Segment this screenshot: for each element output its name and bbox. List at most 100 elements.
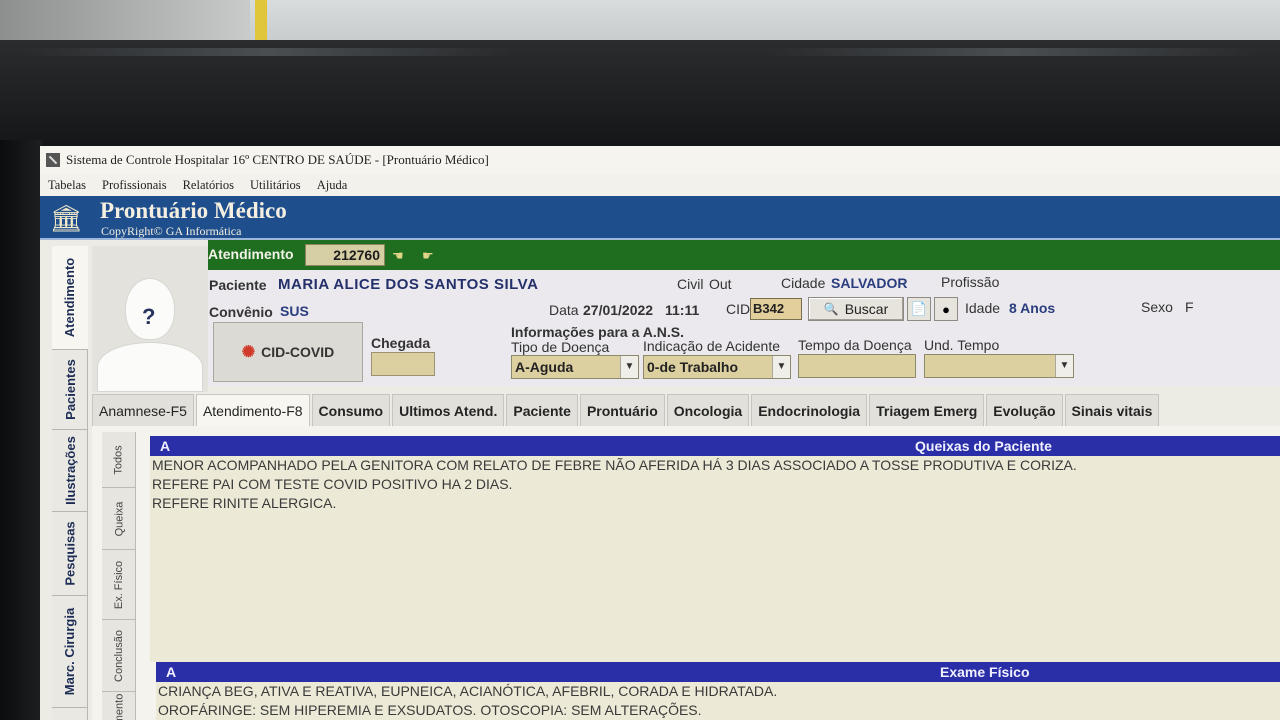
tipo-doenca-select[interactable]: A-Aguda ▼ (511, 355, 639, 379)
main-tab-strip: Anamnese-F5 Atendimento-F8 Consumo Ultim… (92, 394, 1280, 426)
tab-oncologia[interactable]: Oncologia (666, 394, 750, 426)
convenio-label: Convênio (209, 304, 273, 320)
queixas-header: A Queixas do Paciente (150, 436, 1280, 456)
tipo-doenca-value: A-Aguda (515, 359, 574, 375)
paciente-label: Paciente (209, 277, 267, 293)
tab-prontuario[interactable]: Prontuário (579, 394, 665, 426)
exame-fisico-textarea[interactable]: CRIANÇA BEG, ATIVA E REATIVA, EUPNEICA, … (156, 682, 1280, 720)
patient-photo-placeholder[interactable]: ? (92, 246, 208, 392)
data-label: Data (549, 302, 579, 318)
exame-line: CRIANÇA BEG, ATIVA E REATIVA, EUPNEICA, … (158, 683, 778, 699)
app-window: Sistema de Controle Hospitalar 16º CENTR… (40, 146, 1280, 720)
monitor-bezel-left (0, 140, 42, 720)
exame-fisico-header: A Exame Físico (156, 662, 1280, 682)
exame-line: OROFÁRINGE: SEM HIPEREMIA E EXSUDATOS. O… (158, 702, 702, 718)
atendimento-number[interactable]: 212760 (305, 244, 385, 266)
monitor-reflection (20, 48, 1260, 56)
subtab-conclusao[interactable]: Conclusão (102, 620, 136, 692)
queixas-line: MENOR ACOMPANHADO PELA GENITORA COM RELA… (152, 457, 1077, 473)
indicacao-acidente-select[interactable]: 0-de Trabalho ▼ (643, 355, 791, 379)
queixas-title: Queixas do Paciente (915, 438, 1052, 454)
profissao-label: Profissão (941, 274, 1000, 290)
side-tab-label: Atendimento (62, 257, 78, 338)
tab-sinais-vitais[interactable]: Sinais vitais (1064, 394, 1160, 426)
menu-bar: Tabelas Profissionais Relatórios Utilitá… (40, 174, 1280, 196)
cidade-label: Cidade (781, 275, 826, 291)
chevron-down-icon: ▼ (772, 356, 790, 378)
atendimento-bar: Atendimento 212760 ☚ ☛ (208, 240, 1280, 270)
cidade-value: SALVADOR (831, 275, 908, 291)
silhouette-body (97, 342, 203, 392)
chevron-down-icon: ▼ (1055, 355, 1073, 377)
menu-ajuda[interactable]: Ajuda (317, 178, 348, 193)
subtab-label: Conclusão (113, 629, 126, 682)
document-icon[interactable]: 📄 (907, 297, 931, 321)
side-tab-marc-cirurgia[interactable]: Marc. Cirurgia (52, 596, 88, 708)
tempo-doenca-label: Tempo da Doença (798, 337, 912, 353)
queixas-line: REFERE RINITE ALERGICA. (152, 495, 337, 511)
indicacao-acidente-label: Indicação de Acidente (643, 338, 780, 354)
menu-utilitarios[interactable]: Utilitários (250, 178, 301, 193)
exame-marker: A (166, 664, 177, 680)
idade-value: 8 Anos (1009, 300, 1056, 316)
menu-relatorios[interactable]: Relatórios (183, 178, 234, 193)
data-value: 27/01/2022 (583, 302, 654, 318)
tab-endocrinologia[interactable]: Endocrinologia (751, 394, 868, 426)
und-tempo-select[interactable]: ▼ (924, 354, 1074, 378)
convenio-value: SUS (280, 303, 309, 319)
camera-icon[interactable]: ● (934, 297, 958, 321)
sexo-value: F (1185, 299, 1194, 315)
search-binoculars-icon: 🔍 (823, 302, 839, 316)
und-tempo-label: Und. Tempo (924, 337, 1000, 353)
side-tab-atendimento[interactable]: Atendimento (52, 246, 88, 350)
subtab-exame-fisico[interactable]: Ex. Físico (102, 550, 136, 620)
tab-anamnese[interactable]: Anamnese-F5 (92, 394, 194, 426)
menu-profissionais[interactable]: Profissionais (102, 178, 167, 193)
subtab-label: Ex. Físico (113, 560, 126, 609)
side-tab-label: Marc. Cirurgia (62, 607, 78, 696)
queixas-marker: A (160, 438, 171, 454)
buscar-button[interactable]: 🔍 Buscar (808, 297, 904, 321)
tab-triagem-emerg[interactable]: Triagem Emerg (869, 394, 985, 426)
queixas-textarea[interactable]: MENOR ACOMPANHADO PELA GENITORA COM RELA… (150, 456, 1280, 662)
monitor-bezel (0, 40, 1280, 160)
civil-value: Out (709, 276, 732, 292)
subtab-label: amento (113, 693, 126, 720)
patient-name: MARIA ALICE DOS SANTOS SILVA (278, 276, 539, 293)
idade-label: Idade (965, 300, 1001, 316)
tab-consumo[interactable]: Consumo (311, 394, 391, 426)
subtab-label: Todos (112, 444, 125, 475)
sexo-label: Sexo (1141, 299, 1173, 315)
pointing-hand-right-icon[interactable]: ☛ (422, 248, 434, 264)
subtab-tratamento[interactable]: amento (102, 692, 136, 720)
side-tab-pesquisas[interactable]: Pesquisas (52, 512, 88, 596)
cid-label: CID (726, 301, 751, 317)
tempo-doenca-input[interactable] (798, 354, 916, 378)
cid-covid-button[interactable]: ✺ CID-COVID (213, 322, 363, 382)
chegada-label: Chegada (371, 335, 431, 351)
side-tab-label: Pesquisas (62, 521, 78, 586)
tab-paciente[interactable]: Paciente (506, 394, 578, 426)
side-tab-label: Ilustrações (62, 436, 78, 505)
menu-tabelas[interactable]: Tabelas (48, 178, 86, 193)
side-tab-ilustracoes[interactable]: Ilustrações (52, 430, 88, 512)
tab-atendimento[interactable]: Atendimento-F8 (195, 394, 310, 426)
chevron-down-icon: ▼ (620, 356, 638, 378)
virus-icon: ✺ (241, 344, 256, 361)
side-tab-pacientes[interactable]: Pacientes (52, 350, 88, 430)
window-titlebar: Sistema de Controle Hospitalar 16º CENTR… (40, 146, 1280, 174)
tab-evolucao[interactable]: Evolução (986, 394, 1063, 426)
buscar-label: Buscar (844, 301, 889, 317)
subtab-queixa[interactable]: Queixa (102, 488, 136, 550)
civil-label: Civil (677, 276, 704, 292)
hora-value: 11:11 (665, 302, 700, 318)
exame-title: Exame Físico (940, 664, 1030, 680)
tipo-doenca-label: Tipo de Doença (511, 339, 610, 355)
queixas-line: REFERE PAI COM TESTE COVID POSITIVO HA 2… (152, 476, 513, 492)
tab-ultimos-atend[interactable]: Ultimos Atend. (392, 394, 505, 426)
cid-input[interactable]: B342 (750, 298, 802, 320)
indicacao-acidente-value: 0-de Trabalho (647, 359, 739, 375)
subtab-todos[interactable]: Todos (102, 432, 136, 488)
pointing-hand-left-icon[interactable]: ☚ (392, 248, 404, 264)
chegada-input[interactable] (371, 352, 435, 376)
